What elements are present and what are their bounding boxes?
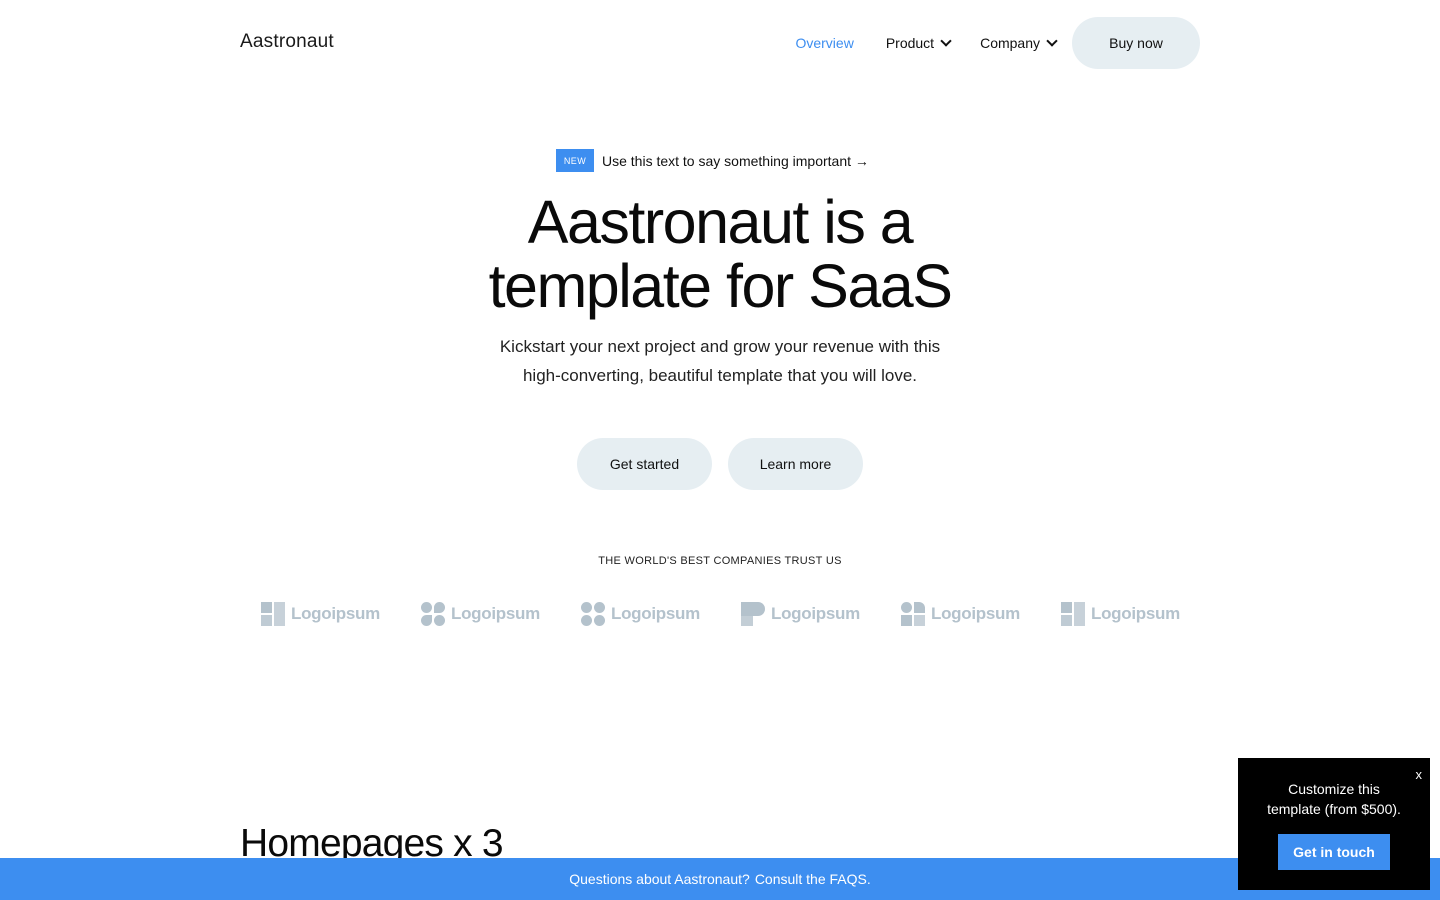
popup-message-line-2: template (from $500).	[1267, 801, 1401, 817]
flower-logo-icon	[421, 602, 445, 626]
company-logo: Logoipsum	[741, 600, 860, 628]
company-logo: Logoipsum	[901, 600, 1020, 628]
trust-heading: THE WORLD'S BEST COMPANIES TRUST US	[598, 555, 842, 567]
main-nav: Overview Product Company Buy now	[795, 17, 1200, 69]
announcement-bar: NEW Use this text to say something impor…	[556, 149, 869, 172]
tiles-logo-icon	[901, 602, 925, 626]
brand-logo[interactable]: Aastronaut	[240, 31, 334, 53]
company-logo: Logoipsum	[261, 600, 380, 628]
popup-message-line-1: Customize this	[1288, 781, 1380, 797]
learn-more-button[interactable]: Learn more	[728, 438, 863, 490]
chevron-down-icon	[1046, 35, 1058, 47]
site-header: Aastronaut Overview Product Company Buy …	[240, 17, 1200, 69]
logo-strip: Logoipsum Logoipsum Logoipsum Logoipsum	[261, 600, 1181, 628]
chevron-down-icon	[940, 35, 952, 47]
announcement-link[interactable]: Use this text to say something important…	[602, 153, 869, 169]
logo-name: Logoipsum	[931, 604, 1020, 623]
faq-banner-text: Questions about Aastronaut?	[569, 871, 750, 887]
hero-subtitle-line-2: high-converting, beautiful template that…	[522, 366, 918, 385]
hero-title-line-2: template for SaaS	[488, 252, 953, 320]
hero-title: Aastronaut is a template for SaaS	[400, 190, 1040, 318]
squares-logo-icon	[1061, 602, 1085, 626]
nav-company-label: Company	[980, 35, 1040, 51]
faq-banner: Questions about Aastronaut? Consult the …	[0, 858, 1440, 900]
company-logo: Logoipsum	[1061, 600, 1180, 628]
get-in-touch-button[interactable]: Get in touch	[1278, 834, 1390, 870]
logo-name: Logoipsum	[291, 604, 380, 623]
nav-overview[interactable]: Overview	[795, 35, 853, 51]
customize-popup: x Customize this template (from $500). G…	[1238, 758, 1430, 890]
nav-company-dropdown[interactable]: Company	[980, 35, 1058, 51]
nav-overview-label: Overview	[795, 35, 854, 51]
squares-logo-icon	[261, 602, 285, 626]
circles-logo-icon	[581, 602, 605, 626]
new-badge: NEW	[556, 149, 594, 172]
get-started-button[interactable]: Get started	[577, 438, 712, 490]
hero-subtitle: Kickstart your next project and grow you…	[470, 332, 970, 390]
company-logo: Logoipsum	[421, 600, 540, 628]
company-logo: Logoipsum	[581, 600, 700, 628]
popup-message: Customize this template (from $500).	[1238, 779, 1430, 819]
bookmark-logo-icon	[741, 602, 765, 626]
logo-name: Logoipsum	[611, 604, 700, 623]
hero-subtitle-line-1: Kickstart your next project and grow you…	[499, 337, 941, 356]
buy-now-button[interactable]: Buy now	[1072, 17, 1200, 69]
nav-product-dropdown[interactable]: Product	[885, 35, 952, 51]
logo-name: Logoipsum	[451, 604, 540, 623]
hero-title-line-1: Aastronaut is a	[527, 188, 914, 256]
logo-name: Logoipsum	[771, 604, 860, 623]
faq-link[interactable]: Consult the FAQS.	[755, 871, 871, 887]
logo-name: Logoipsum	[1091, 604, 1180, 623]
nav-product-label: Product	[885, 35, 935, 51]
